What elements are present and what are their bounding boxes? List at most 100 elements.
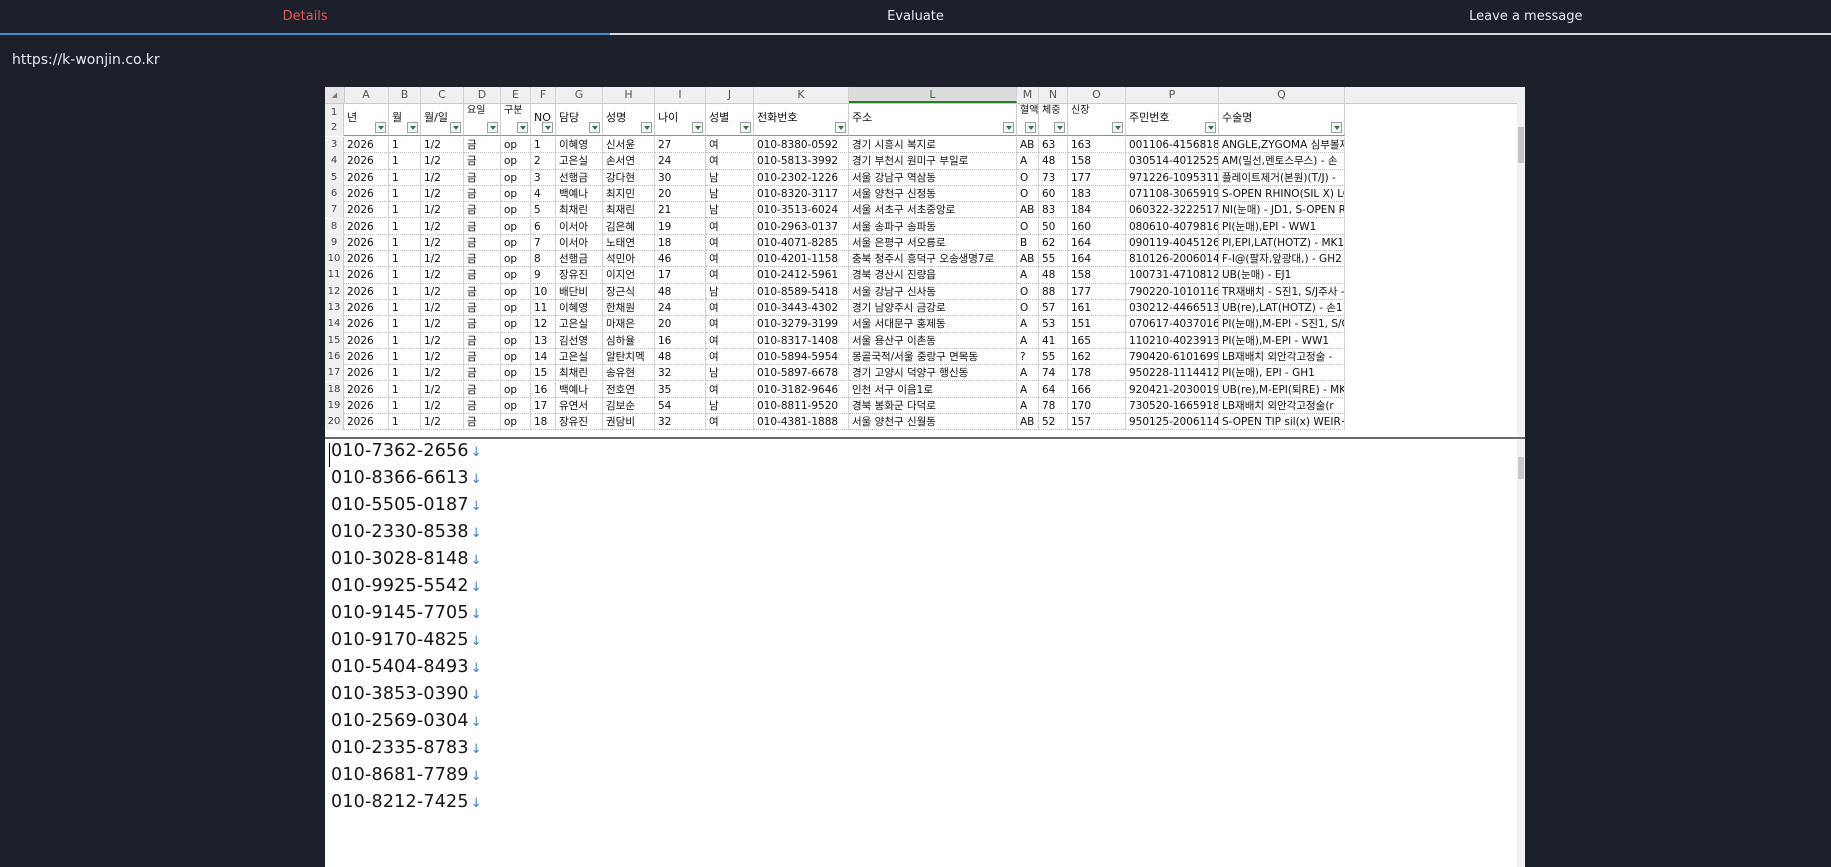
table-cell[interactable]: 신서윤 — [603, 137, 655, 154]
row-header[interactable]: 13 — [325, 300, 344, 317]
table-cell[interactable]: 950125-2006114 — [1126, 414, 1219, 431]
row-header-1-2[interactable]: 1 2 — [325, 104, 344, 136]
editor-scrollbar[interactable] — [1517, 439, 1525, 867]
select-all-corner[interactable]: ◢ — [325, 87, 345, 103]
table-cell[interactable]: 810126-2006014 — [1126, 251, 1219, 268]
table-cell[interactable]: 62 — [1039, 234, 1068, 252]
row-header[interactable]: 12 — [325, 283, 344, 300]
table-cell[interactable]: 1/2 — [421, 218, 464, 235]
table-cell[interactable]: op — [501, 267, 531, 284]
table-cell[interactable]: 최지민 — [603, 185, 655, 203]
row-header[interactable]: 10 — [325, 251, 344, 268]
table-cell[interactable]: 57 — [1039, 300, 1068, 317]
table-cell[interactable]: 010-3279-3199 — [754, 316, 849, 333]
table-cell[interactable]: 4 — [531, 185, 556, 203]
table-cell[interactable]: 알탄치멕 — [603, 348, 655, 366]
table-cell[interactable]: 1 — [389, 414, 421, 431]
table-cell[interactable]: 1/2 — [421, 169, 464, 186]
column-header-m[interactable]: M — [1017, 87, 1039, 103]
table-cell[interactable]: AB — [1017, 202, 1039, 219]
table-cell[interactable]: 금 — [464, 381, 501, 398]
table-cell[interactable]: 158 — [1068, 153, 1126, 170]
table-cell[interactable]: 54 — [655, 397, 706, 415]
table-cell[interactable]: 2026 — [344, 251, 389, 268]
header-cell-q[interactable]: 수술명 — [1219, 104, 1345, 136]
header-cell-a[interactable]: 년 — [344, 104, 389, 136]
table-cell[interactable]: 1/2 — [421, 283, 464, 300]
table-cell[interactable]: 2026 — [344, 202, 389, 219]
table-cell[interactable]: 송유현 — [603, 365, 655, 382]
table-cell[interactable]: 고은실 — [556, 348, 603, 366]
table-cell[interactable]: 48 — [1039, 267, 1068, 284]
table-cell[interactable]: UB(re),LAT(HOTZ) - 손1 — [1219, 300, 1345, 317]
table-cell[interactable]: 158 — [1068, 267, 1126, 284]
table-cell[interactable]: 010-8811-9520 — [754, 397, 849, 415]
table-cell[interactable]: 74 — [1039, 365, 1068, 382]
table-cell[interactable]: 1/2 — [421, 267, 464, 284]
table-cell[interactable]: 1 — [389, 381, 421, 398]
table-cell[interactable]: 41 — [1039, 332, 1068, 349]
header-cell-m[interactable]: 혈액형 — [1017, 104, 1039, 136]
sheet-scroll-thumb[interactable] — [1518, 127, 1524, 163]
table-cell[interactable]: A — [1017, 381, 1039, 398]
table-cell[interactable]: 고은실 — [556, 153, 603, 170]
table-cell[interactable]: 2026 — [344, 414, 389, 431]
table-cell[interactable]: 24 — [655, 153, 706, 170]
table-cell[interactable]: 최채린 — [556, 202, 603, 219]
table-cell[interactable]: 경기 부천시 원미구 부일로 — [849, 153, 1017, 170]
table-cell[interactable]: 1 — [389, 397, 421, 415]
row-header[interactable]: 11 — [325, 267, 344, 284]
table-cell[interactable]: 장유진 — [556, 267, 603, 284]
table-cell[interactable]: PI(눈매),M-EPI - WW1 — [1219, 332, 1345, 349]
table-cell[interactable]: LB재배치 외안각고정술(r — [1219, 397, 1345, 415]
table-cell[interactable]: 여 — [706, 137, 754, 154]
table-cell[interactable]: PI(눈매),EPI - WW1 — [1219, 218, 1345, 235]
table-cell[interactable]: A — [1017, 332, 1039, 349]
table-cell[interactable]: 선행금 — [556, 169, 603, 186]
table-cell[interactable]: 남 — [706, 397, 754, 415]
row-header[interactable]: 19 — [325, 397, 344, 415]
table-cell[interactable]: 21 — [655, 202, 706, 219]
column-header-f[interactable]: F — [531, 87, 556, 103]
table-cell[interactable]: 1/2 — [421, 316, 464, 333]
table-cell[interactable]: 080610-4079816 — [1126, 218, 1219, 235]
table-cell[interactable]: 1 — [389, 332, 421, 349]
table-cell[interactable]: 몽골국적/서울 중랑구 면목동 — [849, 348, 1017, 366]
table-cell[interactable]: 백예나 — [556, 381, 603, 398]
sheet-scrollbar[interactable] — [1517, 103, 1525, 437]
filter-dropdown-icon[interactable] — [1331, 122, 1342, 133]
table-cell[interactable]: AM(밀선,멘토스무스) - 손 — [1219, 153, 1345, 170]
table-cell[interactable]: 2 — [531, 153, 556, 170]
table-cell[interactable]: op — [501, 332, 531, 349]
table-cell[interactable]: 금 — [464, 153, 501, 170]
table-cell[interactable]: 18 — [655, 234, 706, 252]
header-cell-p[interactable]: 주민번호 — [1126, 104, 1219, 136]
table-cell[interactable]: 서울 송파구 송파동 — [849, 218, 1017, 235]
tab-leave-message[interactable]: Leave a message — [1220, 0, 1831, 35]
header-cell-b[interactable]: 월 — [389, 104, 421, 136]
table-cell[interactable]: 남 — [706, 283, 754, 300]
table-cell[interactable]: O — [1017, 185, 1039, 203]
table-cell[interactable]: 금 — [464, 169, 501, 186]
table-cell[interactable]: 2026 — [344, 332, 389, 349]
table-cell[interactable]: 김은혜 — [603, 218, 655, 235]
table-cell[interactable]: 인천 서구 이음1로 — [849, 381, 1017, 398]
table-cell[interactable]: 여 — [706, 348, 754, 366]
filter-dropdown-icon[interactable] — [517, 122, 528, 133]
table-cell[interactable]: 14 — [531, 348, 556, 366]
table-cell[interactable]: ANGLE,ZYGOMA 심부볼제 — [1219, 137, 1345, 154]
filter-dropdown-icon[interactable] — [1054, 122, 1065, 133]
header-cell-f[interactable]: NO — [531, 104, 556, 136]
filter-dropdown-icon[interactable] — [692, 122, 703, 133]
row-header[interactable]: 18 — [325, 381, 344, 398]
table-cell[interactable]: 12 — [531, 316, 556, 333]
table-cell[interactable]: 53 — [1039, 316, 1068, 333]
table-cell[interactable]: 30 — [655, 169, 706, 186]
table-cell[interactable]: 1 — [389, 348, 421, 366]
table-cell[interactable]: 유연서 — [556, 397, 603, 415]
table-cell[interactable]: 24 — [655, 300, 706, 317]
table-cell[interactable]: 2026 — [344, 381, 389, 398]
table-cell[interactable]: 010-2412-5961 — [754, 267, 849, 284]
table-cell[interactable]: 경북 봉화군 다덕로 — [849, 397, 1017, 415]
table-cell[interactable]: op — [501, 137, 531, 154]
